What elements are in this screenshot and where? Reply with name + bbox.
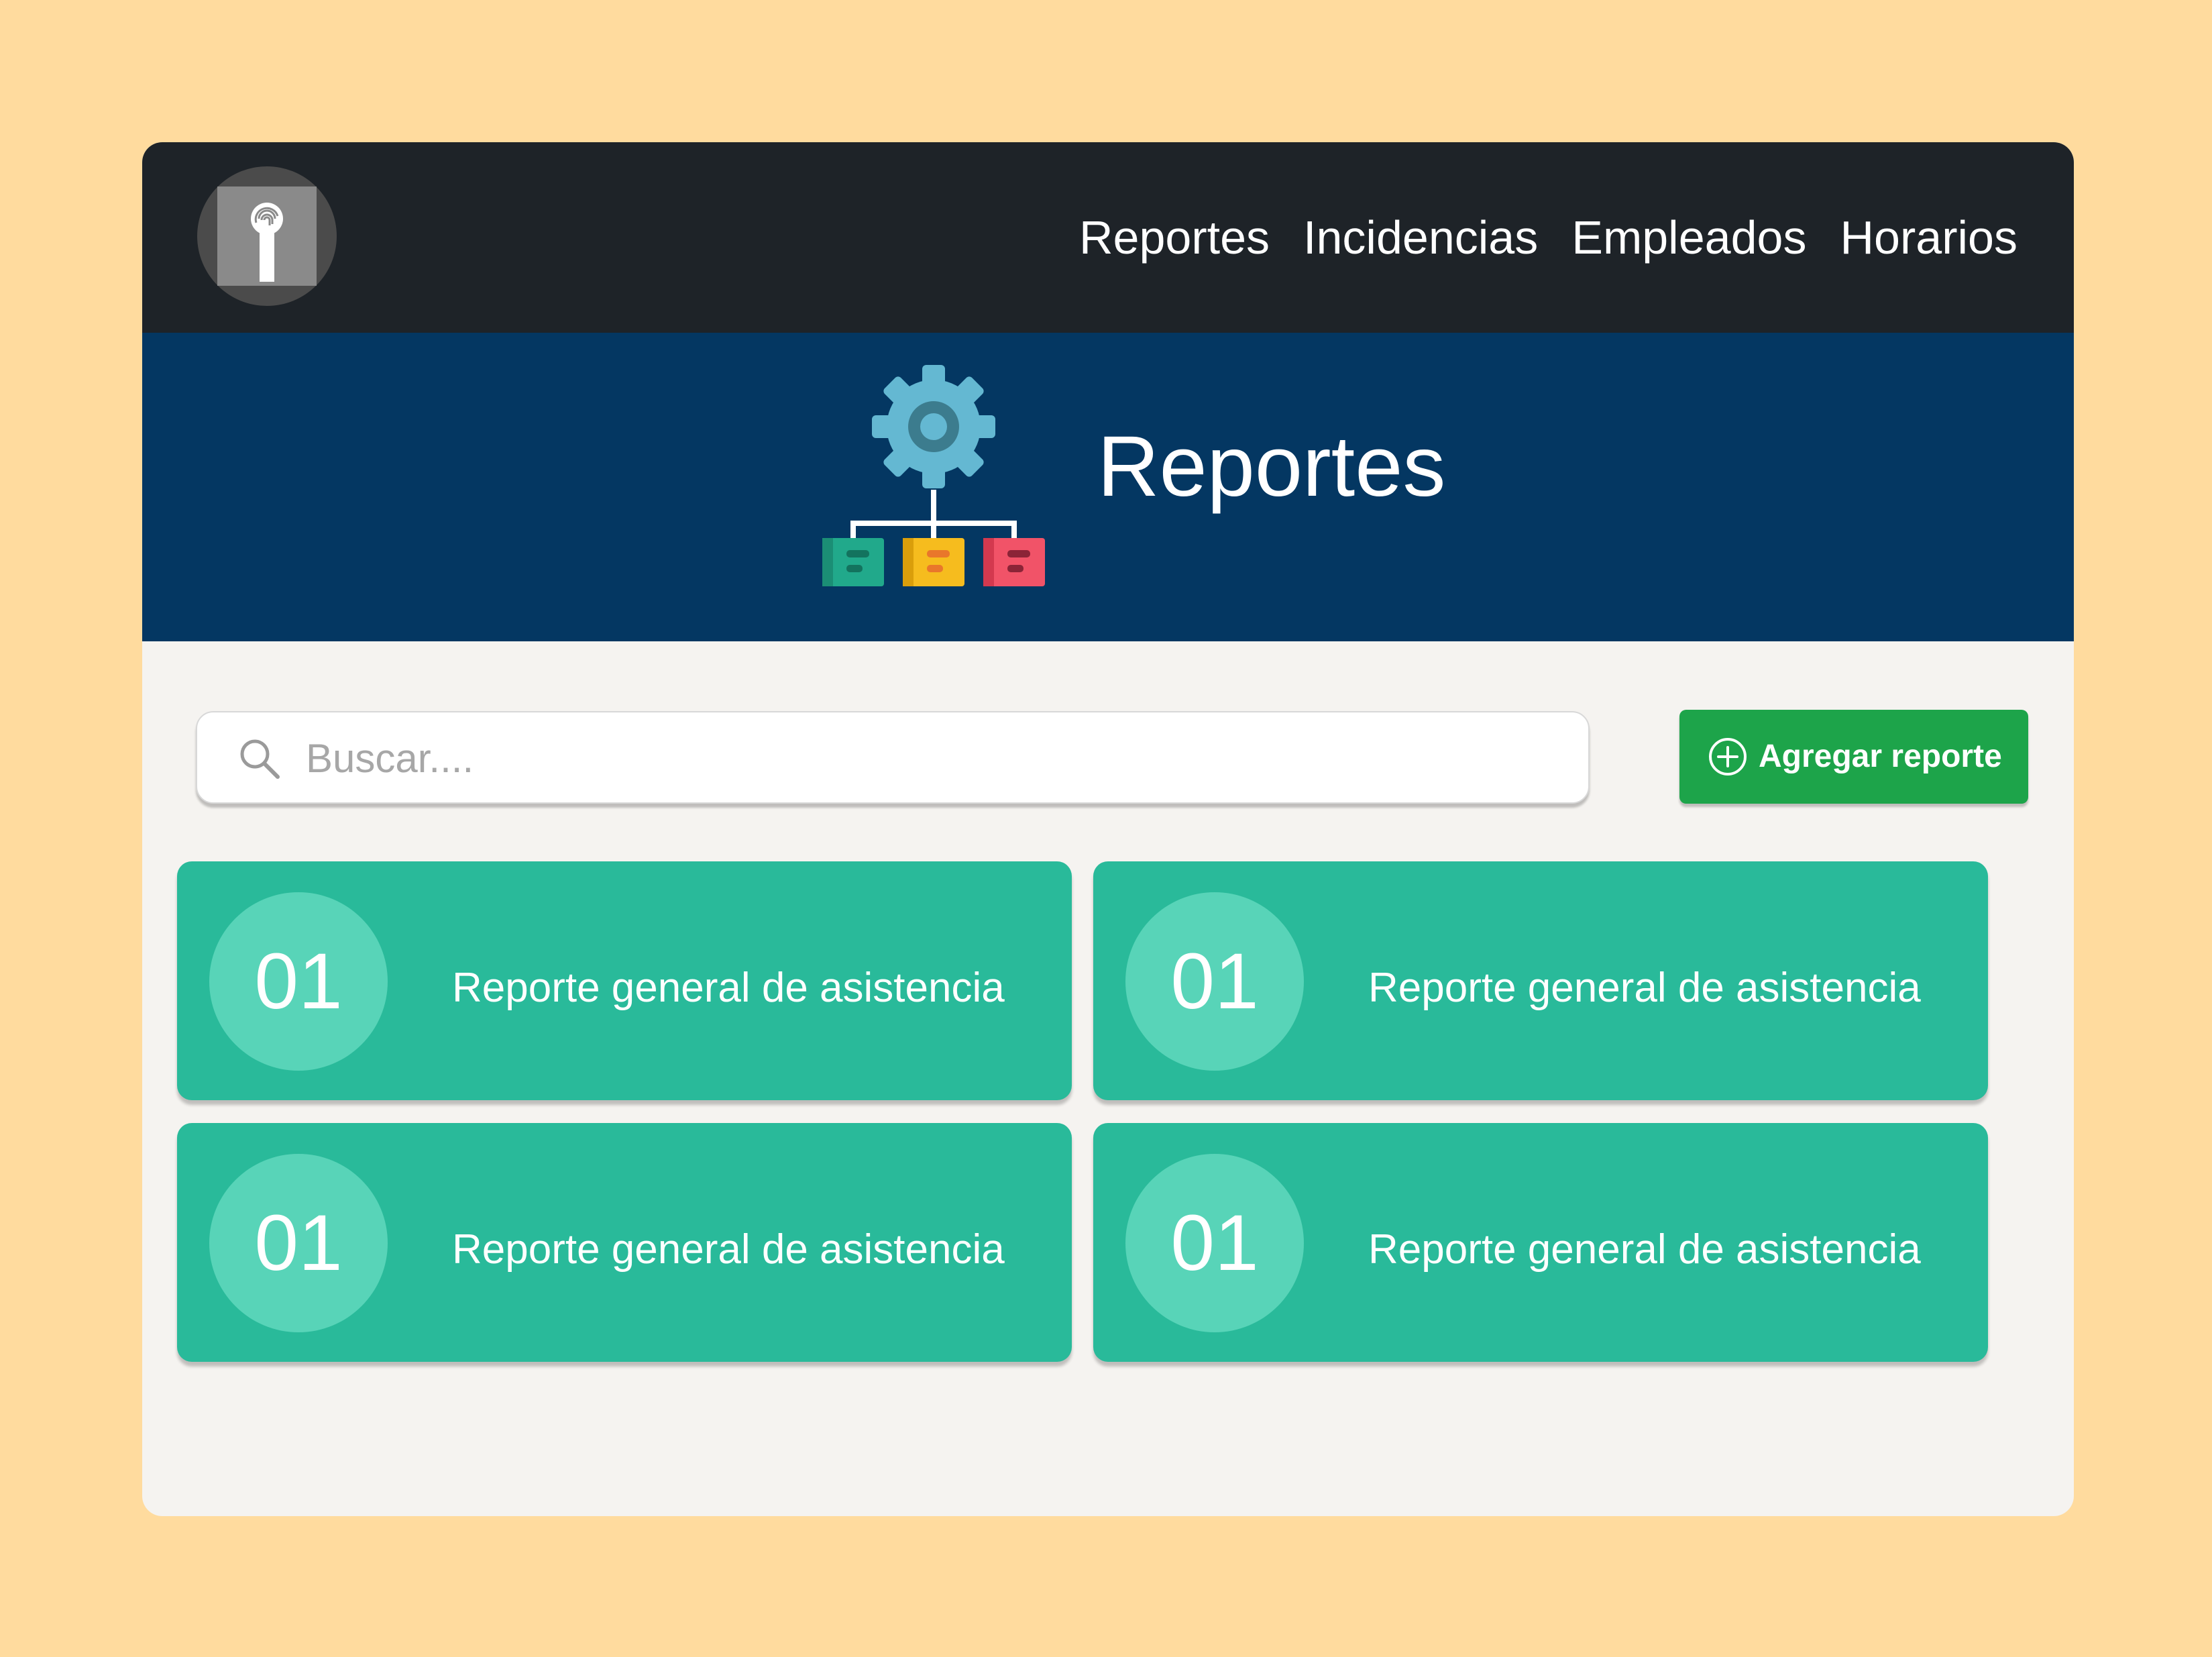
search-input[interactable] [305, 712, 1568, 804]
nav-item-empleados[interactable]: Empleados [1571, 211, 1806, 264]
report-title: Reporte general de asistencia [1368, 1226, 1921, 1273]
gear-hierarchy-icon [813, 362, 1054, 600]
report-number-badge: 01 [1125, 892, 1304, 1071]
report-number-badge: 01 [209, 892, 388, 1071]
report-title: Reporte general de asistencia [452, 965, 1005, 1011]
main-nav: Reportes Incidencias Empleados Horarios [1079, 142, 2017, 333]
plus-circle-icon [1708, 737, 1748, 780]
search-icon [237, 737, 280, 783]
top-navbar: Reportes Incidencias Empleados Horarios [142, 142, 2074, 333]
report-card[interactable]: 01 Reporte general de asistencia [1093, 1123, 1988, 1362]
add-report-button[interactable]: Agregar reporte [1679, 710, 2028, 804]
report-title: Reporte general de asistencia [1368, 965, 1921, 1011]
page-header-banner: Reportes [142, 333, 2074, 641]
report-number-badge: 01 [1125, 1154, 1304, 1332]
report-card[interactable]: 01 Reporte general de asistencia [177, 861, 1072, 1100]
fingerprint-key-icon [217, 186, 317, 286]
app-logo[interactable] [197, 166, 337, 306]
add-report-label: Agregar reporte [1759, 739, 2002, 774]
report-card[interactable]: 01 Reporte general de asistencia [1093, 861, 1988, 1100]
nav-item-horarios[interactable]: Horarios [1840, 211, 2017, 264]
page-title: Reportes [1097, 419, 1446, 515]
nav-item-incidencias[interactable]: Incidencias [1303, 211, 1538, 264]
nav-item-reportes[interactable]: Reportes [1079, 211, 1270, 264]
report-card[interactable]: 01 Reporte general de asistencia [177, 1123, 1072, 1362]
report-number-badge: 01 [209, 1154, 388, 1332]
app-window: Reportes Incidencias Empleados Horarios [142, 142, 2074, 1516]
search-bar [196, 711, 1590, 804]
report-title: Reporte general de asistencia [452, 1226, 1005, 1273]
